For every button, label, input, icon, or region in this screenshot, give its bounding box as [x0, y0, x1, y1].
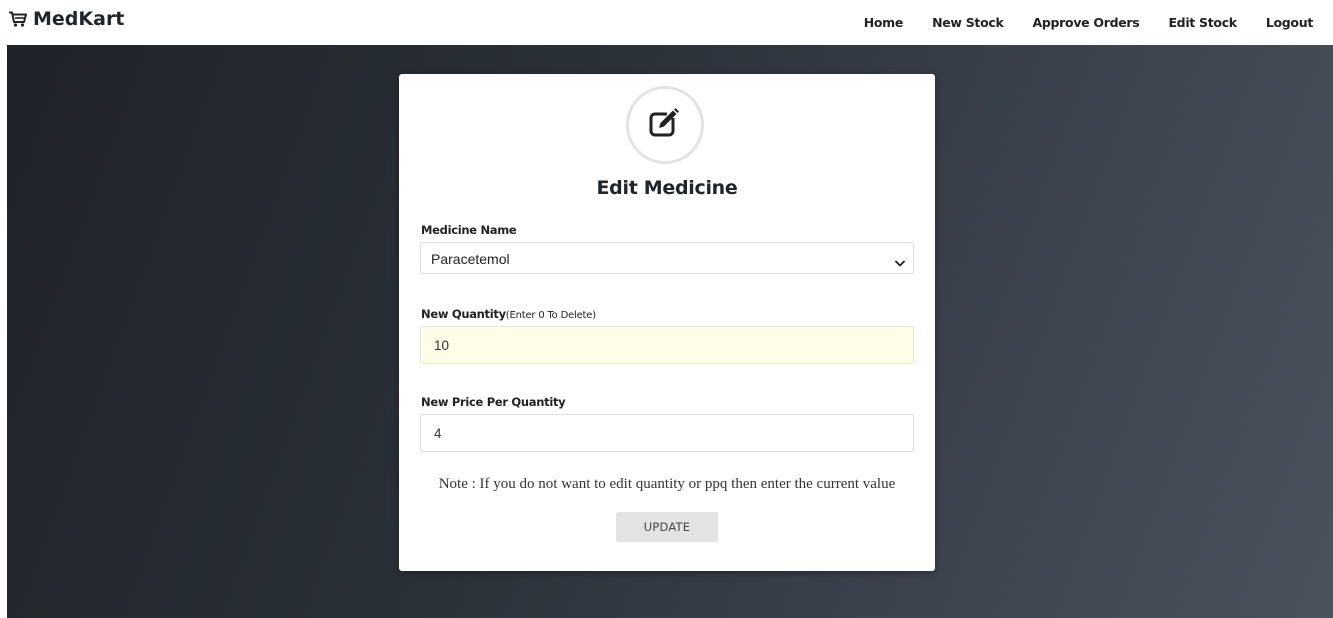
- icon-circle: [626, 86, 704, 164]
- update-button[interactable]: UPDATE: [616, 512, 718, 542]
- quantity-input[interactable]: [420, 326, 914, 364]
- brand-name: MedKart: [33, 8, 125, 30]
- nav-links: Home New Stock Approve Orders Edit Stock…: [835, 0, 1314, 45]
- medicine-name-selected: Paracetemol: [431, 251, 510, 267]
- medicine-name-select[interactable]: Paracetemol: [420, 242, 914, 274]
- nav-edit-stock[interactable]: Edit Stock: [1168, 15, 1237, 30]
- nav-home[interactable]: Home: [864, 15, 904, 30]
- quantity-label-text: New Quantity: [421, 307, 506, 321]
- card-title: Edit Medicine: [596, 177, 738, 199]
- medicine-name-label: Medicine Name: [421, 223, 517, 237]
- nav-new-stock[interactable]: New Stock: [932, 15, 1004, 30]
- edit-medicine-card: Edit Medicine Medicine Name Paracetemol …: [399, 74, 935, 571]
- price-label: New Price Per Quantity: [421, 395, 566, 409]
- quantity-hint: (Enter 0 To Delete): [505, 310, 596, 321]
- price-input[interactable]: [420, 414, 914, 452]
- nav-approve-orders[interactable]: Approve Orders: [1033, 15, 1140, 30]
- note-text: Note : If you do not want to edit quanti…: [438, 476, 896, 492]
- navbar: MedKart Home New Stock Approve Orders Ed…: [0, 0, 1333, 45]
- quantity-label: New Quantity(Enter 0 To Delete): [421, 307, 596, 321]
- shopping-cart-icon: [9, 11, 27, 27]
- chevron-down-icon: [895, 254, 905, 272]
- brand-link[interactable]: MedKart: [9, 8, 124, 30]
- edit-square-icon: [649, 107, 683, 143]
- nav-logout[interactable]: Logout: [1266, 15, 1313, 30]
